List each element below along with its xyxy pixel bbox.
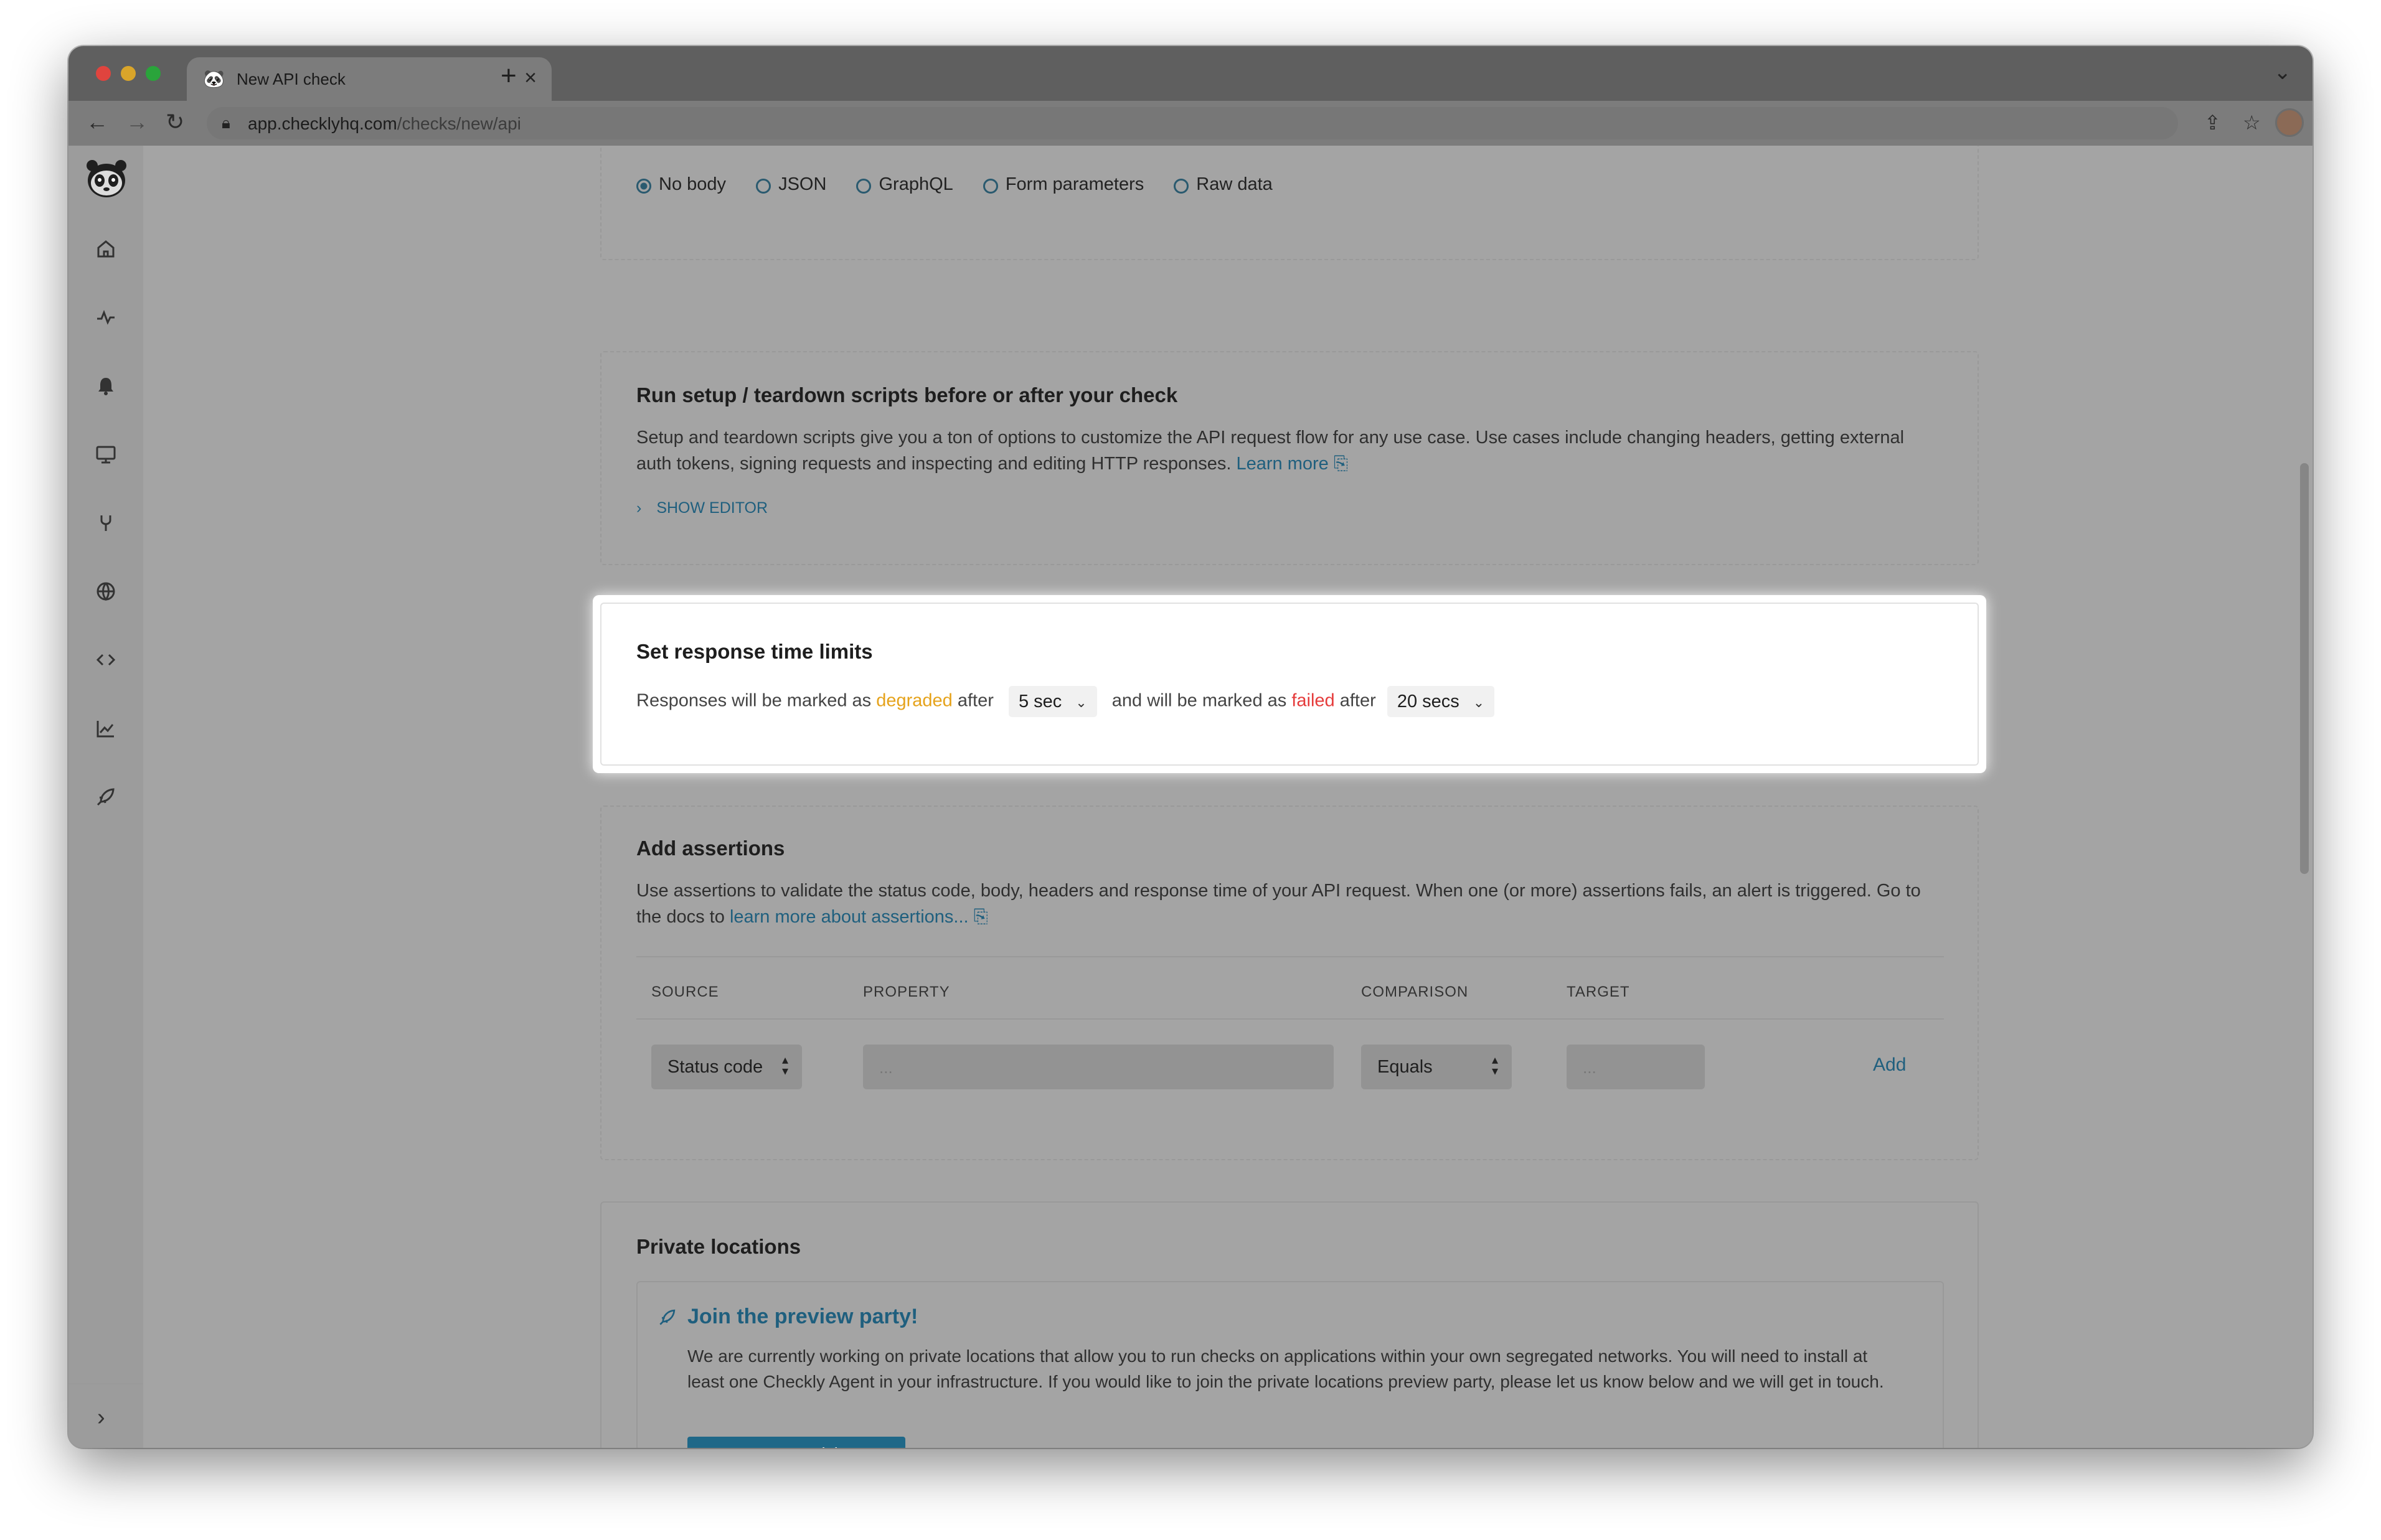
radio-empty-icon <box>756 179 771 194</box>
preview-title: Join the preview party! <box>687 1305 918 1328</box>
table-divider <box>636 1018 1944 1020</box>
table-divider <box>636 956 1944 957</box>
sort-arrows-icon: ▴ ▾ <box>1491 1053 1498 1078</box>
assertions-docs-link[interactable]: learn more about assertions... <box>730 907 969 927</box>
degraded-time-select[interactable]: 5 sec ⌄ <box>1008 686 1097 717</box>
reload-icon[interactable]: ↻ <box>166 110 184 134</box>
radio-empty-icon <box>1174 179 1189 194</box>
chevron-right-icon: › <box>636 499 642 517</box>
bell-icon[interactable] <box>93 373 118 398</box>
rocket-icon <box>659 1309 676 1325</box>
external-link-icon: ⎘ <box>1333 454 1349 474</box>
preview-callout: Join the preview party! We are currently… <box>636 1281 1944 1448</box>
chevron-down-icon: ⌄ <box>1075 695 1087 710</box>
radio-empty-icon <box>856 179 872 194</box>
page-scrollbar[interactable] <box>2300 463 2309 874</box>
column-header-comparison: COMPARISON <box>1361 984 1469 1000</box>
show-editor-toggle[interactable]: › SHOW EDITOR <box>636 499 768 517</box>
minimize-window-button[interactable] <box>121 66 136 81</box>
assertions-title: Add assertions <box>636 837 785 860</box>
home-icon[interactable] <box>93 237 118 261</box>
new-tab-button[interactable]: + <box>501 62 517 90</box>
chevron-down-icon: ⌄ <box>1473 695 1485 710</box>
failed-time-select[interactable]: 20 secs ⌄ <box>1387 686 1495 717</box>
response-limits-title: Set response time limits <box>636 640 873 663</box>
wrench-icon[interactable] <box>93 510 118 535</box>
source-select[interactable]: Status code ▴ ▾ <box>651 1045 802 1089</box>
back-arrow-icon[interactable]: ← <box>86 110 108 134</box>
main-content: No body JSON GraphQL Form parameters Raw… <box>143 146 2313 1448</box>
radio-no-body[interactable]: No body <box>636 174 726 195</box>
comparison-select[interactable]: Equals ▴ ▾ <box>1361 1045 1512 1089</box>
add-assertion-button[interactable]: Add <box>1873 1054 1906 1076</box>
maximize-window-button[interactable] <box>146 66 161 81</box>
preview-text: We are currently working on private loca… <box>687 1346 1884 1391</box>
tab-title: New API check <box>237 70 346 88</box>
activity-icon[interactable] <box>93 305 118 330</box>
address-bar[interactable]: 🔒︎ app.checklyhq.com/checks/new/api <box>207 107 2178 139</box>
radio-raw-data[interactable]: Raw data <box>1174 174 1273 195</box>
body-type-radio-group: No body JSON GraphQL Form parameters Raw… <box>636 174 1298 195</box>
scripts-title: Run setup / teardown scripts before or a… <box>636 383 1178 406</box>
panda-favicon-icon: 🐼 <box>203 69 225 88</box>
private-locations-title: Private locations <box>636 1235 801 1258</box>
forward-arrow-icon[interactable]: → <box>126 110 148 134</box>
column-header-target: TARGET <box>1567 984 1630 1000</box>
url-text: app.checklyhq.com/checks/new/api <box>248 114 521 133</box>
property-input[interactable]: ... <box>863 1045 1334 1089</box>
bookmark-star-icon[interactable]: ☆ <box>2243 111 2261 134</box>
app-sidebar: › <box>68 146 143 1448</box>
browser-tab[interactable]: 🐼 New API check × <box>187 57 552 101</box>
scripts-description: Setup and teardown scripts give you a to… <box>636 428 1905 474</box>
assertions-description: Use assertions to validate the status co… <box>636 881 1921 927</box>
code-icon[interactable] <box>93 647 118 672</box>
close-window-button[interactable] <box>96 66 111 81</box>
degraded-label: degraded <box>876 690 953 711</box>
radio-empty-icon <box>983 179 998 194</box>
response-limits-card: Set response time limits Responses will … <box>600 603 1979 766</box>
chevron-right-icon: › <box>97 1404 105 1430</box>
radio-form-parameters[interactable]: Form parameters <box>983 174 1144 195</box>
response-limits-panel: Set response time limits Responses will … <box>593 595 1986 773</box>
radio-json[interactable]: JSON <box>756 174 826 195</box>
tab-strip: 🐼 New API check × + ⌄ <box>68 46 2313 101</box>
globe-icon[interactable] <box>93 579 118 604</box>
request-body-panel: No body JSON GraphQL Form parameters Raw… <box>600 146 1979 260</box>
failed-label: failed <box>1291 690 1335 711</box>
tab-search-icon[interactable]: ⌄ <box>2274 60 2292 85</box>
assertions-panel: Add assertions Use assertions to validat… <box>600 805 1979 1160</box>
radio-graphql[interactable]: GraphQL <box>856 174 953 195</box>
browser-window: 🐼 New API check × + ⌄ ← → ↻ 🔒︎ app.check… <box>68 46 2313 1448</box>
checkly-logo-icon[interactable] <box>85 158 128 199</box>
lock-icon: 🔒︎ <box>222 113 230 132</box>
learn-more-link[interactable]: Learn more <box>1237 454 1329 474</box>
sort-arrows-icon: ▴ ▾ <box>781 1053 788 1078</box>
private-locations-panel: Private locations Join the preview party… <box>600 1201 1979 1448</box>
monitor-icon[interactable] <box>93 442 118 467</box>
share-icon[interactable]: ⇪ <box>2204 111 2221 134</box>
browser-toolbar: ← → ↻ 🔒︎ app.checklyhq.com/checks/new/ap… <box>68 101 2313 146</box>
column-header-source: SOURCE <box>651 984 719 1000</box>
rocket-icon[interactable] <box>93 784 118 809</box>
column-header-property: PROPERTY <box>863 984 950 1000</box>
target-input[interactable]: ... <box>1567 1045 1705 1089</box>
sidebar-expand-button[interactable]: › <box>68 1383 143 1448</box>
response-limits-sentence: Responses will be marked as degraded aft… <box>636 686 1504 717</box>
tab-close-icon[interactable]: × <box>524 67 537 88</box>
radio-selected-icon <box>636 179 651 194</box>
participate-button[interactable]: I want to participate <box>687 1437 905 1448</box>
chart-icon[interactable] <box>93 716 118 741</box>
scripts-panel: Run setup / teardown scripts before or a… <box>600 351 1979 565</box>
profile-avatar[interactable] <box>2275 108 2304 137</box>
external-link-icon: ⎘ <box>973 907 988 927</box>
